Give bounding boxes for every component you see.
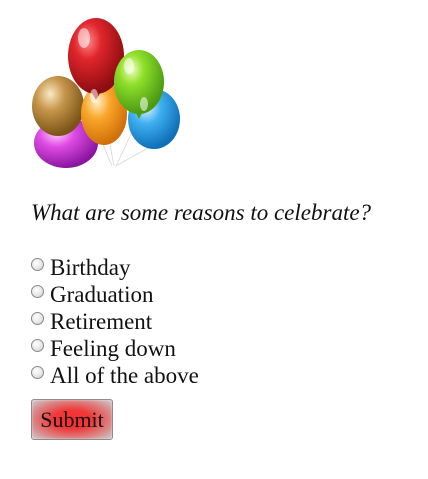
submit-button[interactable]: Submit xyxy=(31,399,113,440)
option-label: Graduation xyxy=(50,281,154,307)
options-group: Birthday Graduation Retirement Feeling d… xyxy=(29,254,199,389)
option-all-of-the-above[interactable]: All of the above xyxy=(29,362,199,389)
option-graduation[interactable]: Graduation xyxy=(29,281,199,308)
option-birthday[interactable]: Birthday xyxy=(29,254,199,281)
radio-button[interactable] xyxy=(31,339,44,352)
option-label: Birthday xyxy=(50,254,131,280)
radio-button[interactable] xyxy=(31,366,44,379)
option-label: Retirement xyxy=(50,308,153,334)
option-label: All of the above xyxy=(50,362,199,388)
question-text: What are some reasons to celebrate? xyxy=(31,200,372,225)
option-feeling-down[interactable]: Feeling down xyxy=(29,335,199,362)
radio-button[interactable] xyxy=(31,258,44,271)
option-retirement[interactable]: Retirement xyxy=(29,308,199,335)
balloons-icon xyxy=(32,18,180,168)
option-label: Feeling down xyxy=(50,335,176,361)
radio-button[interactable] xyxy=(31,312,44,325)
radio-button[interactable] xyxy=(31,285,44,298)
